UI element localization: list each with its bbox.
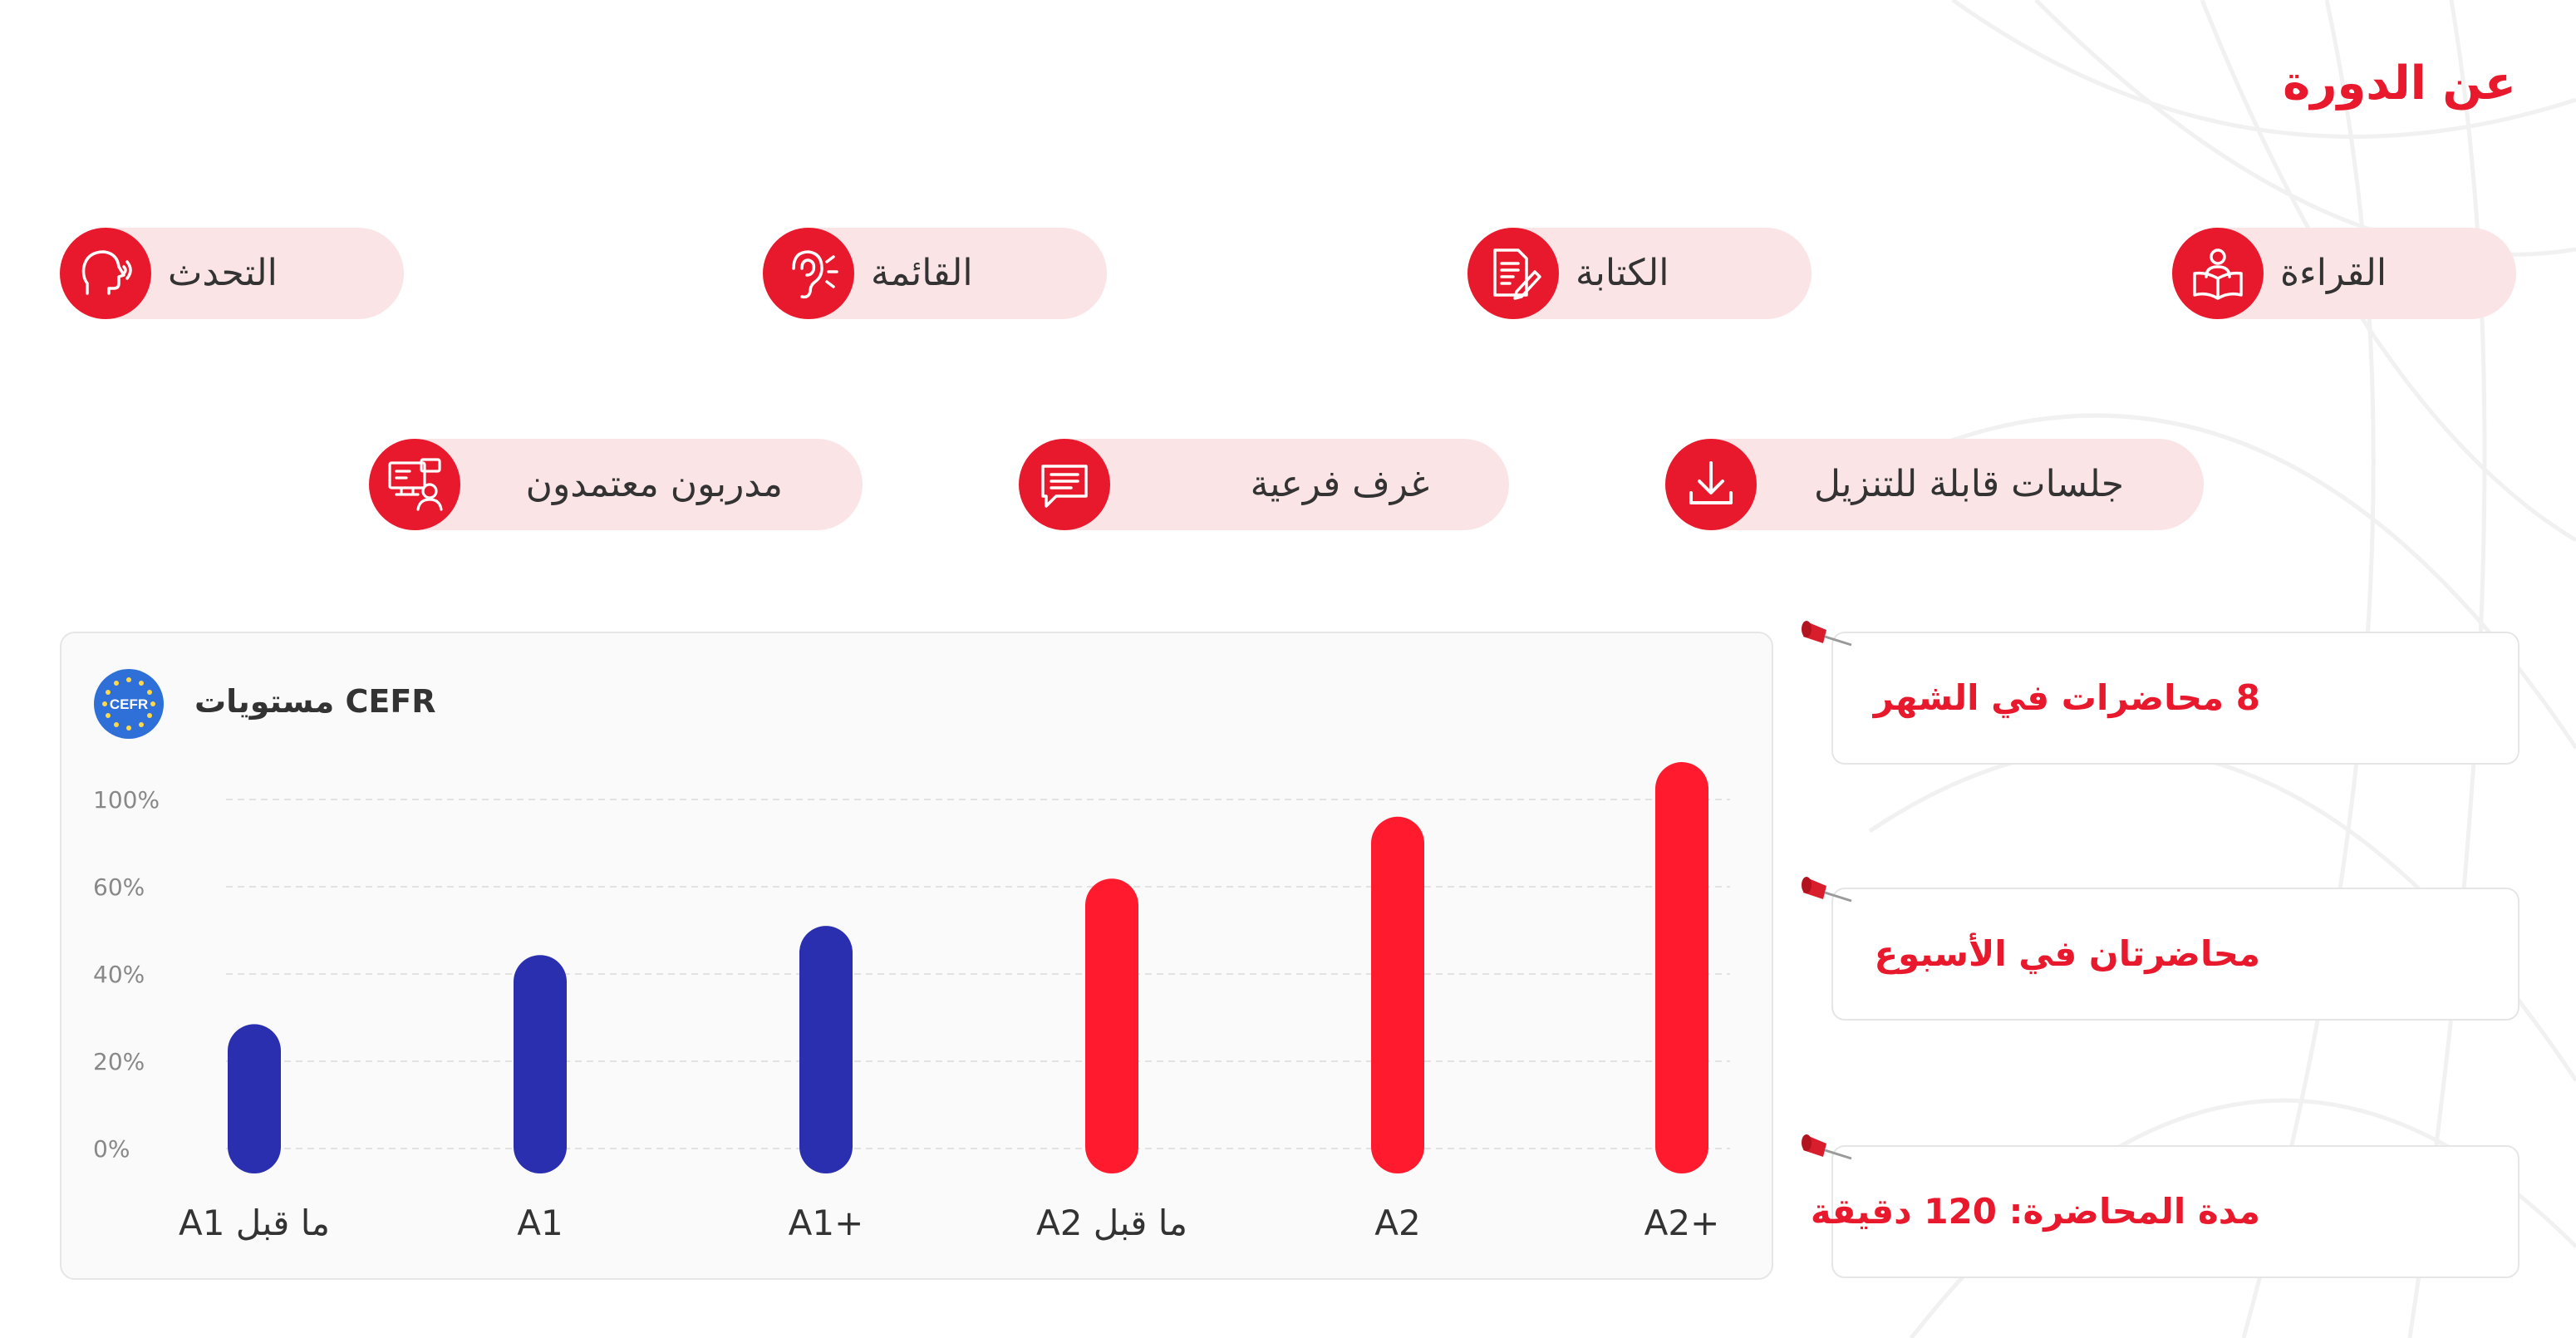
info-card-lectures-month: 8 محاضرات في الشهر bbox=[1802, 621, 2519, 765]
feature-pill-downloadable: جلسات قابلة للتنزيل bbox=[1665, 439, 2204, 530]
skill-label-reading: القراءة bbox=[2280, 252, 2387, 294]
x-category-label: A2 bbox=[1374, 1203, 1420, 1243]
x-category-label: A2+ bbox=[1644, 1203, 1720, 1243]
chat-bubble-icon bbox=[1019, 439, 1110, 530]
speaking-head-icon bbox=[60, 228, 151, 319]
feature-label-breakout-rooms: غرف فرعية bbox=[1250, 463, 1429, 505]
skill-pill-writing: الكتابة bbox=[1467, 228, 1812, 319]
info-text-lecture-duration: مدة المحاضرة: 120 دقيقة bbox=[1810, 1191, 2260, 1232]
feature-pill-breakout-rooms: غرف فرعية bbox=[1019, 439, 1509, 530]
skill-label-writing: الكتابة bbox=[1576, 252, 1669, 294]
x-category-label: ما قبل A1 bbox=[179, 1203, 330, 1243]
skill-label-listening: القائمة bbox=[871, 252, 973, 294]
y-tick-label: 60% bbox=[93, 873, 145, 901]
info-card-lecture-duration: مدة المحاضرة: 120 دقيقة bbox=[1802, 1134, 2519, 1278]
page-title: عن الدورة bbox=[2283, 57, 2516, 111]
skill-pill-speaking: التحدث bbox=[60, 228, 404, 319]
chart-bar bbox=[799, 926, 853, 1173]
feature-label-downloadable: جلسات قابلة للتنزيل bbox=[1813, 463, 2124, 505]
chart-bar bbox=[1655, 762, 1708, 1173]
cefr-chart-card: CEFR مستويات CEFR 0% 20% 40% 60% 100% ما قبل … bbox=[60, 632, 1773, 1280]
feature-label-trainers: مدربون معتمدون bbox=[525, 463, 783, 505]
chart-bar bbox=[1085, 878, 1138, 1173]
x-category-label: ما قبل A2 bbox=[1036, 1203, 1187, 1243]
download-icon bbox=[1665, 439, 1757, 530]
chart-bar bbox=[1371, 816, 1424, 1173]
cefr-bar-chart: 0% 20% 40% 60% 100% ما قبل A1 A1 A1+ ما قبل A2 A2… bbox=[93, 762, 1730, 1243]
pushpin-icon bbox=[1802, 877, 1852, 903]
y-tick-label: 100% bbox=[93, 786, 160, 814]
y-tick-label: 40% bbox=[93, 961, 145, 988]
pushpin-icon bbox=[1802, 621, 1852, 647]
document-pen-icon bbox=[1467, 228, 1559, 319]
feature-pill-trainers: مدربون معتمدون bbox=[369, 439, 863, 530]
info-card-lectures-week: محاضرتان في الأسبوع bbox=[1802, 877, 2519, 1021]
skill-label-speaking: التحدث bbox=[168, 252, 278, 294]
certified-trainer-icon bbox=[369, 439, 460, 530]
skill-pill-reading: القراءة bbox=[2172, 228, 2516, 319]
reading-book-icon bbox=[2172, 228, 2264, 319]
ear-listening-icon bbox=[763, 228, 854, 319]
chart-bar bbox=[228, 1024, 281, 1173]
info-text-lectures-week: محاضرتان في الأسبوع bbox=[1874, 933, 2260, 974]
y-tick-label: 0% bbox=[93, 1135, 130, 1163]
x-category-label: A1+ bbox=[789, 1203, 864, 1243]
x-category-label: A1 bbox=[517, 1203, 563, 1243]
y-tick-label: 20% bbox=[93, 1048, 145, 1075]
chart-bar bbox=[514, 955, 567, 1173]
skill-pill-listening: القائمة bbox=[763, 228, 1107, 319]
info-text-lectures-month: 8 محاضرات في الشهر bbox=[1873, 677, 2260, 718]
